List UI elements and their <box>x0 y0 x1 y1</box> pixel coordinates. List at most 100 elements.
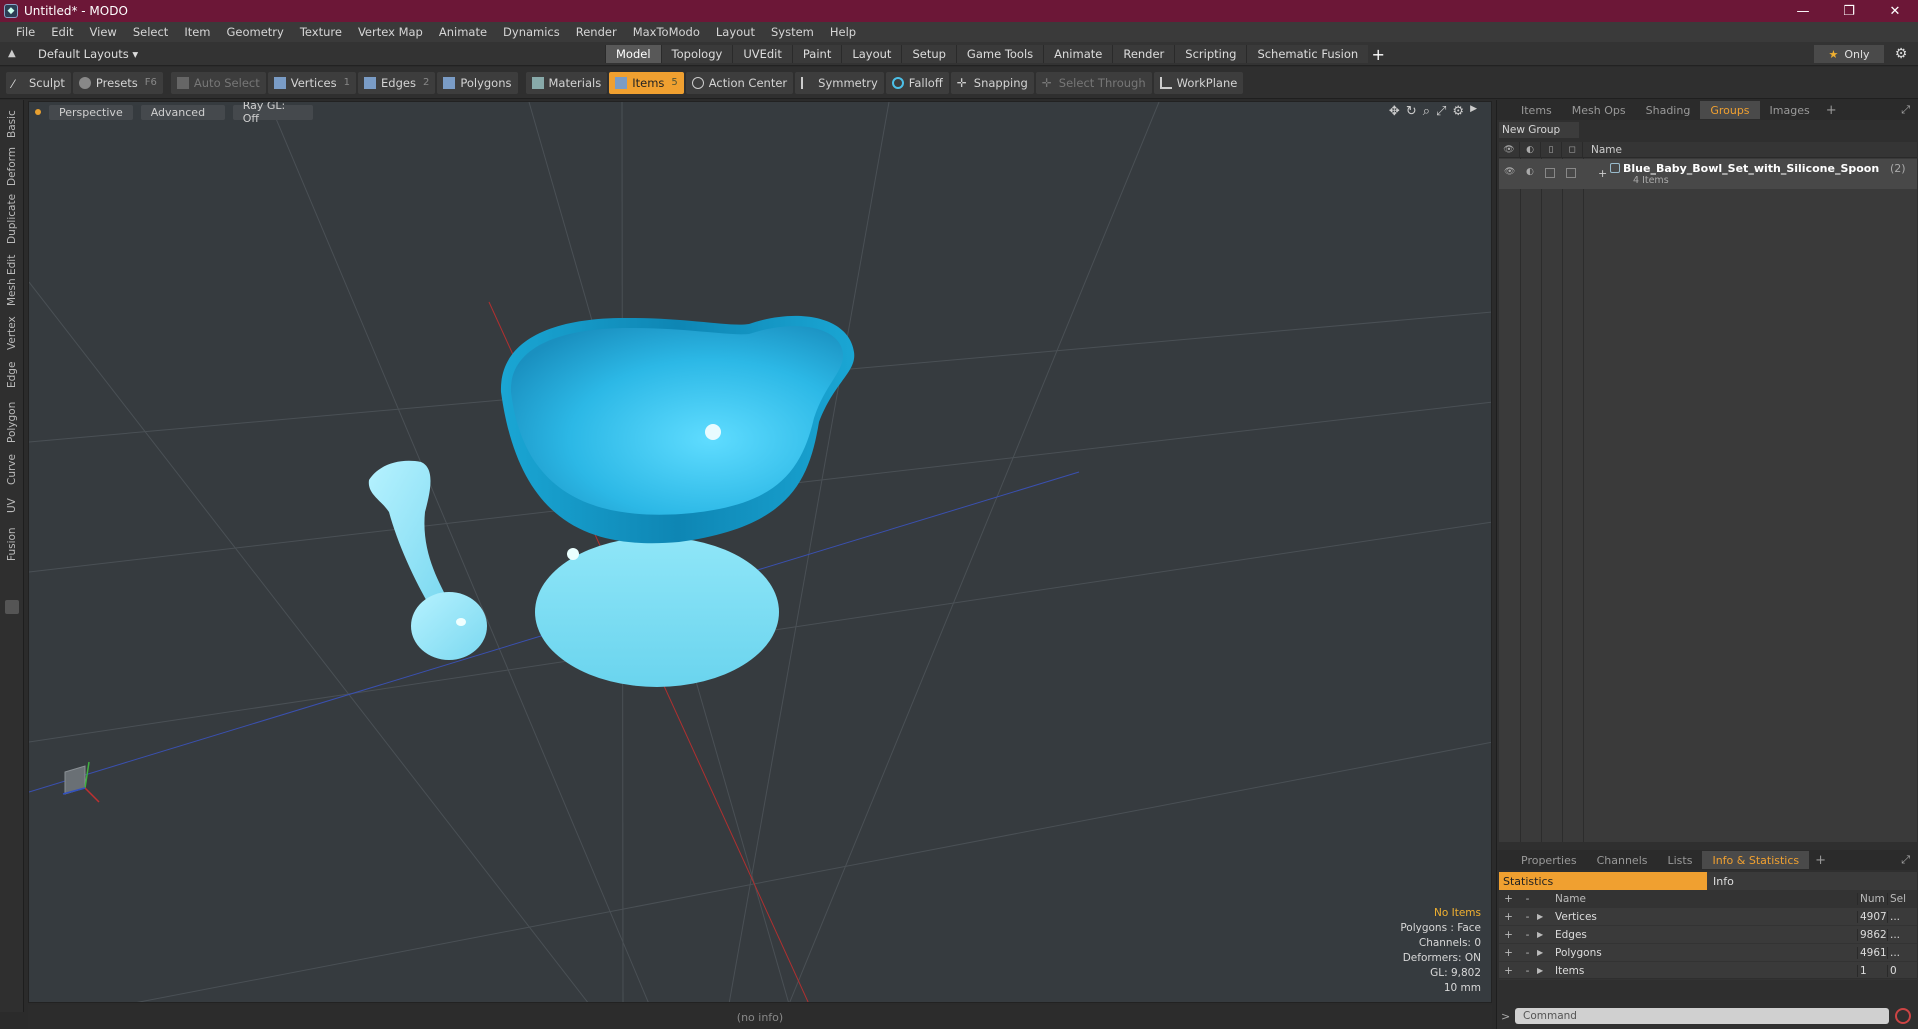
tab-uvedit[interactable]: UVEdit <box>732 45 792 63</box>
tab-topology[interactable]: Topology <box>660 45 733 63</box>
perspective-dropdown[interactable]: Perspective <box>49 104 133 120</box>
tab-game-tools[interactable]: Game Tools <box>955 45 1044 63</box>
row-remove-icon[interactable]: - <box>1518 911 1537 923</box>
menu-animate[interactable]: Animate <box>431 25 495 39</box>
menu-select[interactable]: Select <box>125 25 176 39</box>
menu-edit[interactable]: Edit <box>43 25 81 39</box>
vtab-duplicate[interactable]: Duplicate <box>2 192 22 246</box>
vtab-fusion[interactable]: Fusion <box>2 524 22 564</box>
edges-button[interactable]: Edges 2 <box>358 71 436 94</box>
row-add-icon[interactable]: + <box>1499 911 1518 923</box>
vtab-edge[interactable]: Edge <box>2 358 22 392</box>
presets-button[interactable]: Presets F6 <box>72 71 163 94</box>
command-input[interactable]: Command <box>1515 1008 1889 1024</box>
group-select-checkbox[interactable] <box>1566 168 1576 178</box>
3d-viewport[interactable]: Perspective Advanced Ray GL: Off ✥ ↻ ⌕ ⤢… <box>28 101 1492 1003</box>
stats-row-edges[interactable]: + - ▶ Edges 9862 ... <box>1499 926 1917 944</box>
menu-item[interactable]: Item <box>176 25 218 39</box>
tab-properties[interactable]: Properties <box>1511 851 1587 869</box>
layout-collapse-icon[interactable]: ▲ <box>8 48 24 59</box>
tab-setup[interactable]: Setup <box>901 45 956 63</box>
stats-row-polygons[interactable]: + - ▶ Polygons 4961 ... <box>1499 944 1917 962</box>
raygl-toggle[interactable]: Ray GL: Off <box>232 102 313 125</box>
tab-paint[interactable]: Paint <box>791 45 842 63</box>
tool-palette-button[interactable] <box>5 600 19 614</box>
materials-button[interactable]: Materials <box>525 71 608 94</box>
pan-icon[interactable]: ✥ <box>1389 104 1400 119</box>
advanced-dropdown[interactable]: Advanced <box>140 104 225 120</box>
row-add-icon[interactable]: + <box>1499 947 1518 959</box>
sculpt-button[interactable]: ⁄ Sculpt <box>6 71 71 94</box>
vtab-vertex[interactable]: Vertex <box>2 314 22 352</box>
tab-animate[interactable]: Animate <box>1043 45 1113 63</box>
add-tab-button[interactable]: + <box>1368 45 1388 64</box>
menu-system[interactable]: System <box>763 25 822 39</box>
row-expand-icon[interactable]: ▶ <box>1537 966 1551 975</box>
minimize-button[interactable]: — <box>1780 0 1826 22</box>
menu-help[interactable]: Help <box>822 25 864 39</box>
vtab-uv[interactable]: UV <box>2 494 22 518</box>
vtab-basic[interactable]: Basic <box>2 106 22 142</box>
layout-dropdown[interactable]: Default Layouts ▾ <box>38 47 138 61</box>
tab-layout[interactable]: Layout <box>841 45 902 63</box>
collapse-all-icon[interactable]: - <box>1518 893 1537 905</box>
maximize-viewport-icon[interactable]: ⤢ <box>1436 104 1446 119</box>
menu-view[interactable]: View <box>82 25 125 39</box>
menu-texture[interactable]: Texture <box>292 25 350 39</box>
group-lock-checkbox[interactable] <box>1545 168 1555 178</box>
menu-geometry[interactable]: Geometry <box>219 25 292 39</box>
add-panel-tab-button[interactable]: + <box>1820 103 1843 118</box>
tab-shading[interactable]: Shading <box>1636 101 1701 119</box>
bottom-panel-expand-icon[interactable]: ⤢ <box>1901 853 1910 867</box>
stats-row-vertices[interactable]: + - ▶ Vertices 4907 ... <box>1499 908 1917 926</box>
menu-render[interactable]: Render <box>568 25 625 39</box>
action-center-button[interactable]: Action Center <box>685 71 794 94</box>
group-expand-icon[interactable]: + <box>1598 167 1607 180</box>
vtab-curve[interactable]: Curve <box>2 452 22 488</box>
tab-render[interactable]: Render <box>1112 45 1175 63</box>
rotate-icon[interactable]: ↻ <box>1406 104 1417 119</box>
auto-select-button[interactable]: Auto Select <box>170 71 266 94</box>
viewport-expand-icon[interactable]: ▶ <box>1470 104 1477 119</box>
falloff-button[interactable]: Falloff <box>885 71 949 94</box>
viewport-settings-icon[interactable]: ⚙ <box>1452 104 1464 119</box>
stats-row-items[interactable]: + - ▶ Items 1 0 <box>1499 962 1917 980</box>
tab-info-statistics[interactable]: Info & Statistics <box>1702 851 1810 869</box>
zoom-icon[interactable]: ⌕ <box>1423 104 1430 119</box>
row-remove-icon[interactable]: - <box>1518 929 1537 941</box>
row-expand-icon[interactable]: ▶ <box>1537 912 1551 921</box>
menu-layout[interactable]: Layout <box>708 25 763 39</box>
add-bottom-tab-button[interactable]: + <box>1809 853 1832 868</box>
tab-schematic-fusion[interactable]: Schematic Fusion <box>1246 45 1369 63</box>
items-button[interactable]: Items 5 <box>609 71 684 94</box>
vertices-button[interactable]: Vertices 1 <box>267 71 356 94</box>
select-through-button[interactable]: ✛ Select Through <box>1035 71 1152 94</box>
snapping-button[interactable]: ✛ Snapping <box>950 71 1034 94</box>
tab-images[interactable]: Images <box>1760 101 1820 119</box>
symmetry-button[interactable]: Symmetry <box>795 71 884 94</box>
info-tab[interactable]: Info <box>1707 872 1917 890</box>
workplane-button[interactable]: WorkPlane <box>1153 71 1244 94</box>
group-render-toggle[interactable]: ◐ <box>1526 167 1534 177</box>
row-add-icon[interactable]: + <box>1499 965 1518 977</box>
close-button[interactable]: ✕ <box>1872 0 1918 22</box>
tab-lists[interactable]: Lists <box>1658 851 1703 869</box>
menu-dynamics[interactable]: Dynamics <box>495 25 568 39</box>
statistics-tab[interactable]: Statistics <box>1499 872 1707 890</box>
record-macro-icon[interactable] <box>1895 1008 1911 1024</box>
row-expand-icon[interactable]: ▶ <box>1537 930 1551 939</box>
row-remove-icon[interactable]: - <box>1518 947 1537 959</box>
vtab-polygon[interactable]: Polygon <box>2 398 22 446</box>
polygons-button[interactable]: Polygons <box>437 71 518 94</box>
tab-model[interactable]: Model <box>605 45 661 63</box>
tab-items[interactable]: Items <box>1511 101 1562 119</box>
tab-scripting[interactable]: Scripting <box>1174 45 1247 63</box>
gear-icon[interactable]: ⚙ <box>1892 45 1910 63</box>
viewport-menu-dot[interactable] <box>35 109 41 115</box>
new-group-button[interactable]: New Group <box>1499 122 1579 138</box>
row-expand-icon[interactable]: ▶ <box>1537 948 1551 957</box>
group-row[interactable]: 👁 ◐ + Blue_Baby_Bowl_Set_with_Silicone_S… <box>1499 159 1917 189</box>
vtab-mesh-edit[interactable]: Mesh Edit <box>2 252 22 308</box>
vtab-deform[interactable]: Deform <box>2 146 22 186</box>
tab-mesh-ops[interactable]: Mesh Ops <box>1562 101 1636 119</box>
